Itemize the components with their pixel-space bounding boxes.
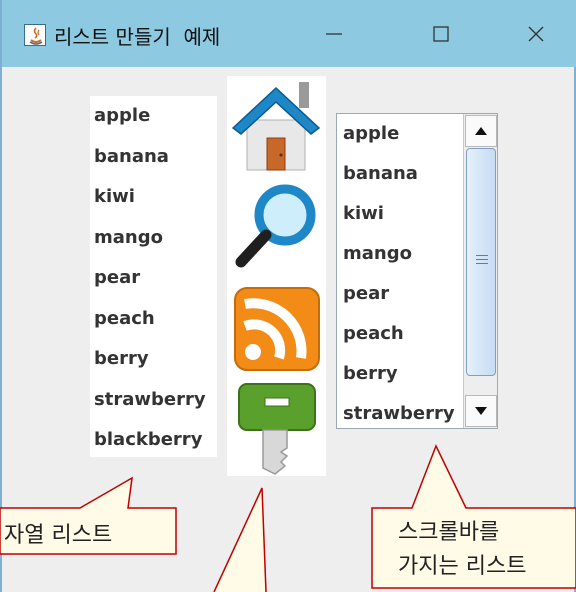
close-button[interactable] — [514, 14, 558, 54]
string-list[interactable]: apple banana kiwi mango pear peach berry… — [90, 96, 217, 457]
list-item[interactable]: banana — [337, 154, 463, 194]
list-item[interactable]: berry — [90, 339, 217, 380]
list-item[interactable]: pear — [337, 274, 463, 314]
list-item[interactable]: strawberry — [90, 380, 217, 421]
list-item[interactable]: banana — [90, 137, 217, 178]
scroll-list-viewport: apple banana kiwi mango pear peach berry… — [337, 114, 463, 428]
maximize-button[interactable] — [419, 14, 463, 54]
string-list-callout-text: 자열 리스트 — [4, 523, 113, 548]
image-list[interactable] — [227, 76, 326, 476]
scroll-down-button[interactable] — [465, 395, 497, 427]
minimize-icon — [326, 33, 342, 35]
triangle-up-icon — [475, 127, 487, 135]
close-icon — [528, 26, 544, 42]
scroll-list[interactable]: apple banana kiwi mango pear peach berry… — [336, 113, 498, 429]
list-item[interactable]: strawberry — [337, 394, 463, 428]
search-icon — [235, 184, 316, 268]
image-list-item[interactable] — [227, 180, 326, 278]
list-item[interactable]: mango — [90, 218, 217, 259]
scroll-list-callout-text-line1: 스크롤바를 — [398, 520, 500, 545]
main-window: 리스트 만들기 예제 apple banana kiwi mango pear … — [0, 0, 576, 592]
image-list-item[interactable] — [227, 378, 326, 476]
list-item[interactable]: apple — [90, 96, 217, 137]
image-list-item[interactable] — [227, 282, 326, 380]
maximize-icon — [433, 26, 449, 42]
title-bar[interactable]: 리스트 만들기 예제 — [2, 0, 576, 67]
thumb-grip-line — [476, 263, 488, 264]
minimize-button[interactable] — [312, 14, 356, 54]
key-icon — [238, 383, 316, 475]
java-app-icon — [24, 24, 46, 46]
vertical-scrollbar[interactable] — [463, 114, 497, 428]
list-item[interactable]: kiwi — [337, 194, 463, 234]
rss-feed-icon — [234, 287, 320, 371]
thumb-grip-line — [476, 255, 488, 256]
list-item[interactable]: apple — [337, 114, 463, 154]
list-item[interactable]: peach — [337, 314, 463, 354]
thumb-grip-line — [476, 259, 488, 260]
scrollbar-thumb[interactable] — [466, 148, 496, 376]
list-item[interactable]: blackberry — [90, 420, 217, 461]
home-icon — [231, 82, 321, 171]
triangle-down-icon — [475, 407, 487, 415]
image-list-item[interactable] — [227, 76, 326, 174]
window-title: 리스트 만들기 예제 — [54, 25, 221, 49]
list-item[interactable]: peach — [90, 299, 217, 340]
list-item[interactable]: berry — [337, 354, 463, 394]
list-item[interactable]: mango — [337, 234, 463, 274]
scroll-list-callout-text-line2: 가지는 리스트 — [398, 554, 527, 579]
scroll-up-button[interactable] — [465, 115, 497, 147]
list-item[interactable]: pear — [90, 258, 217, 299]
list-item[interactable]: kiwi — [90, 177, 217, 218]
